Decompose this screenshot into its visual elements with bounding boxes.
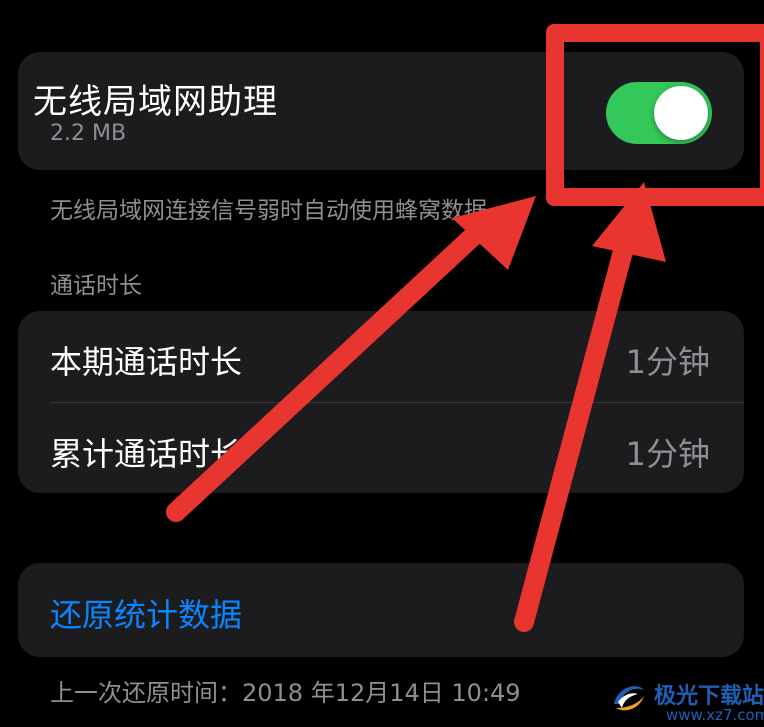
watermark-logo-icon: [614, 686, 644, 711]
annotation-arrows: [166, 182, 666, 632]
site-watermark: 极光下载站 www.xz7.com: [604, 676, 764, 727]
arrow-right: [514, 182, 666, 632]
arrow-left: [166, 196, 536, 522]
watermark-url: www.xz7.com: [666, 706, 764, 724]
